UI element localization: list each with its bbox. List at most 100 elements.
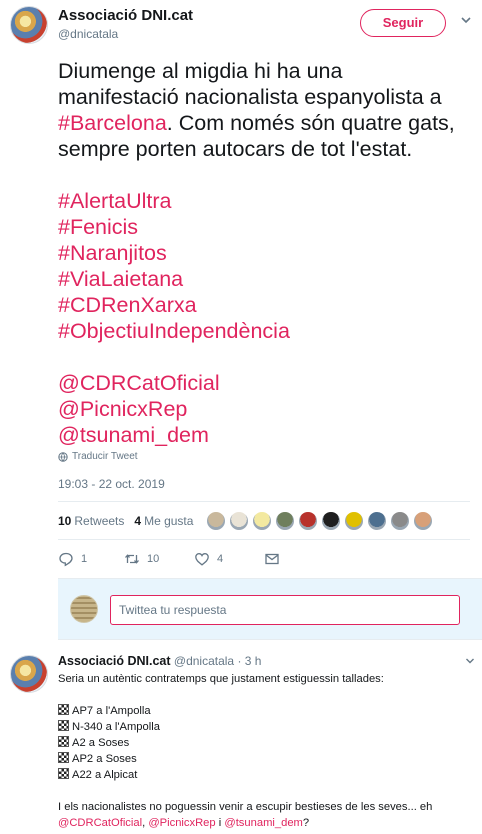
tweet-text-line: @PicnicxRep — [58, 396, 478, 422]
chequered-flag-icon — [58, 704, 69, 715]
liker-avatar[interactable] — [252, 511, 272, 531]
liker-avatar[interactable] — [206, 511, 226, 531]
retweets-count: 10 — [58, 514, 72, 528]
hashtag-link[interactable]: #ObjectiuIndependència — [58, 319, 290, 343]
liker-avatar[interactable] — [344, 511, 364, 531]
divider — [58, 501, 470, 502]
hashtag-link[interactable]: #AlertaUltra — [58, 189, 172, 213]
chevron-down-icon[interactable] — [459, 13, 473, 27]
likes-stat[interactable]: 4 Me gusta — [134, 514, 193, 528]
envelope-icon — [265, 553, 279, 565]
translate-tweet-link[interactable]: Traducir Tweet — [58, 451, 138, 462]
tweet-text-segment: sempre porten autocars de tot l'estat. — [58, 137, 413, 161]
account-avatar[interactable] — [10, 6, 48, 44]
like-action[interactable]: 4 — [194, 551, 264, 567]
retweet-action[interactable]: 10 — [124, 551, 194, 567]
reply-icon — [59, 552, 73, 567]
tweet-text-segment: Diumenge al migdia hi ha una — [58, 59, 343, 83]
reply-count: 1 — [81, 553, 88, 565]
liker-avatar[interactable] — [413, 511, 433, 531]
liker-avatar[interactable] — [321, 511, 341, 531]
reply-line-text: I els nacionalistes no poguessin venir a… — [58, 801, 433, 813]
liker-avatar[interactable] — [367, 511, 387, 531]
reply-mentions-line: @CDRCatOficial, @PicnicxRep i @tsunami_d… — [58, 815, 468, 831]
reply-account-avatar[interactable] — [10, 655, 48, 693]
user-avatar — [70, 595, 98, 623]
hashtag-link[interactable]: #Naranjitos — [58, 241, 167, 265]
tweet-text-line: @tsunami_dem — [58, 422, 478, 448]
reply-text-line: I els nacionalistes no poguessin venir a… — [58, 799, 468, 815]
heart-icon — [195, 553, 209, 566]
reply-text-line: AP7 a l'Ampolla — [58, 703, 468, 719]
reply-line-text: A22 a Alpicat — [72, 769, 138, 781]
liker-avatar[interactable] — [298, 511, 318, 531]
tweet-text-line: #Fenicis — [58, 214, 478, 240]
chequered-flag-icon — [58, 752, 69, 763]
reply-input[interactable]: Twittea tu respuesta — [110, 595, 460, 625]
likes-label: Me gusta — [144, 514, 194, 528]
mention-link[interactable]: @PicnicxRep — [58, 397, 187, 421]
liker-avatar[interactable] — [275, 511, 295, 531]
hashtag-link[interactable]: #CDRenXarxa — [58, 293, 197, 317]
account-handle[interactable]: @dnicatala — [58, 27, 118, 41]
mention-link[interactable]: @CDRCatOficial — [58, 371, 220, 395]
reply-text-line: Seria un autèntic contratemps que justam… — [58, 671, 468, 687]
reply-line-text: AP2 a Soses — [72, 753, 137, 765]
tweet-text-line: #ViaLaietana — [58, 266, 478, 292]
mention-link[interactable]: @CDRCatOficial — [58, 817, 142, 829]
like-count: 4 — [217, 553, 224, 565]
mention-link[interactable]: @tsunami_dem — [224, 817, 303, 829]
hashtag-link[interactable]: #Fenicis — [58, 215, 138, 239]
tweet-text-line: Diumenge al migdia hi ha una — [58, 58, 478, 84]
tweet-text-segment: . Com només són quatre gats, — [166, 111, 455, 135]
reply-composer: Twittea tu respuesta — [58, 578, 482, 640]
reply-line-text: Seria un autèntic contratemps que justam… — [58, 673, 384, 685]
reply-time[interactable]: · 3 h — [237, 654, 261, 668]
mention-link[interactable]: @PicnicxRep — [148, 817, 215, 829]
reply-text: Seria un autèntic contratemps que justam… — [58, 671, 468, 831]
reply-line-text: N-340 a l'Ampolla — [72, 721, 160, 733]
retweets-label: Retweets — [74, 514, 125, 528]
chevron-down-icon[interactable] — [464, 655, 476, 667]
liker-avatar[interactable] — [390, 511, 410, 531]
reply-account-name[interactable]: Associació DNI.cat — [58, 654, 171, 668]
reply-text-line: N-340 a l'Ampolla — [58, 719, 468, 735]
translate-label[interactable]: Traducir Tweet — [72, 451, 138, 462]
tweet-text-line: #AlertaUltra — [58, 188, 478, 214]
divider — [58, 539, 470, 540]
retweet-icon — [125, 554, 139, 564]
tweet-text: Diumenge al migdia hi ha una manifestació… — [58, 58, 478, 448]
reply-action[interactable]: 1 — [58, 551, 124, 567]
reply-text-line: A2 a Soses — [58, 735, 468, 751]
tweet-text-line: #Barcelona. Com només són quatre gats, — [58, 110, 478, 136]
chequered-flag-icon — [58, 736, 69, 747]
account-name[interactable]: Associació DNI.cat — [58, 7, 193, 24]
retweet-count: 10 — [147, 553, 160, 565]
tweet-text-line: #ObjectiuIndependència — [58, 318, 478, 344]
tweet-text-line: #CDRenXarxa — [58, 292, 478, 318]
reply-account-handle[interactable]: @dnicatala — [174, 654, 234, 668]
tweet-timestamp[interactable]: 19:03 - 22 oct. 2019 — [58, 477, 165, 491]
reply-line-text: AP7 a l'Ampolla — [72, 705, 151, 717]
reply-text-line: A22 a Alpicat — [58, 767, 468, 783]
hashtag-link[interactable]: #ViaLaietana — [58, 267, 183, 291]
tweet-text-line: manifestació nacionalista espanyolista a — [58, 84, 478, 110]
mention-link[interactable]: @tsunami_dem — [58, 423, 209, 447]
liker-avatar[interactable] — [229, 511, 249, 531]
likes-count: 4 — [134, 514, 142, 528]
tweet-actions: 1 10 4 — [58, 551, 280, 567]
chequered-flag-icon — [58, 768, 69, 779]
direct-message-action[interactable] — [264, 551, 280, 567]
hashtag-link[interactable]: #Barcelona — [58, 111, 167, 135]
chequered-flag-icon — [58, 720, 69, 731]
follow-button[interactable]: Seguir — [360, 9, 446, 37]
globe-icon — [58, 451, 68, 462]
tweet-text-segment: manifestació nacionalista espanyolista a — [58, 85, 442, 109]
reply-line-text: A2 a Soses — [72, 737, 130, 749]
retweets-stat[interactable]: 10 Retweets — [58, 514, 124, 528]
reply-text-end: ? — [302, 817, 310, 829]
